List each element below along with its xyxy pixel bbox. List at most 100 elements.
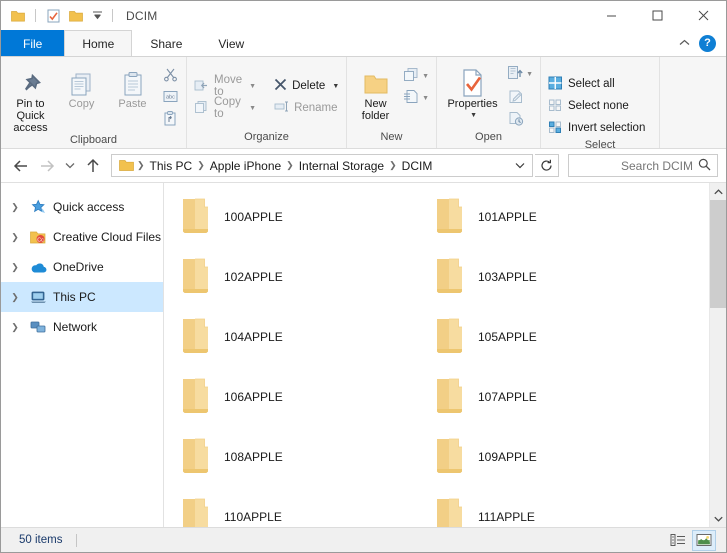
- breadcrumb-item-this-pc[interactable]: This PC: [146, 159, 197, 173]
- select-none-button[interactable]: Select none: [545, 95, 655, 117]
- delete-button[interactable]: Delete ▼: [271, 75, 342, 97]
- properties-chevron-down-icon[interactable]: ▼: [470, 110, 477, 122]
- sidebar-item-network[interactable]: ❯ Network: [1, 312, 163, 342]
- new-folder-icon[interactable]: [67, 7, 85, 25]
- back-button[interactable]: [9, 154, 33, 178]
- breadcrumb-separator[interactable]: ❯: [285, 160, 295, 171]
- minimize-button[interactable]: [588, 1, 634, 30]
- file-item[interactable]: 103APPLE: [418, 247, 672, 307]
- copy-to-chevron-down-icon[interactable]: ▼: [249, 105, 256, 112]
- svg-text:Cc: Cc: [37, 237, 44, 243]
- breadcrumb-separator[interactable]: ❯: [388, 160, 398, 171]
- qat-separator: [35, 9, 36, 22]
- paste-shortcut-button[interactable]: [158, 107, 182, 129]
- paste-button[interactable]: Paste: [107, 61, 158, 110]
- chevron-right-icon[interactable]: ❯: [7, 262, 23, 273]
- sidebar-item-quick-access[interactable]: ❯ Quick access: [1, 192, 163, 222]
- breadcrumb[interactable]: ❯ This PC ❯ Apple iPhone ❯ Internal Stor…: [111, 154, 533, 177]
- chevron-right-icon[interactable]: ❯: [7, 232, 23, 243]
- rename-button[interactable]: Rename: [271, 97, 342, 119]
- copy-to-icon: [194, 100, 209, 117]
- chevron-right-icon[interactable]: ❯: [7, 322, 23, 333]
- chevron-right-icon[interactable]: ❯: [7, 202, 23, 213]
- tab-file[interactable]: File: [1, 30, 65, 56]
- invert-selection-label: Invert selection: [568, 122, 646, 134]
- edit-button[interactable]: [504, 85, 528, 107]
- file-item-label: 104APPLE: [224, 330, 283, 344]
- breadcrumb-separator[interactable]: ❯: [196, 160, 206, 171]
- forward-button[interactable]: [35, 154, 59, 178]
- open-chevron-down-icon[interactable]: ▼: [526, 71, 533, 78]
- tab-home[interactable]: Home: [64, 30, 133, 56]
- cloud-icon: [29, 261, 47, 274]
- file-item[interactable]: 108APPLE: [164, 427, 418, 487]
- scrollbar-thumb[interactable]: [710, 200, 726, 308]
- copy-to-button[interactable]: Copy to ▼: [191, 96, 259, 120]
- breadcrumb-item-dcim[interactable]: DCIM: [398, 159, 437, 173]
- sidebar-item-onedrive[interactable]: ❯ OneDrive: [1, 252, 163, 282]
- properties-icon[interactable]: [44, 7, 62, 25]
- large-icons-view-button[interactable]: [692, 529, 716, 551]
- file-item[interactable]: 109APPLE: [418, 427, 672, 487]
- breadcrumb-item-apple-iphone[interactable]: Apple iPhone: [206, 159, 285, 173]
- file-item-label: 102APPLE: [224, 270, 283, 284]
- ribbon-group-new: New folder ▼ ▼ New: [347, 57, 437, 148]
- pin-label-line2: access: [13, 122, 48, 134]
- breadcrumb-folder-icon: [117, 159, 136, 172]
- new-item-chevron-down-icon[interactable]: ▼: [422, 73, 429, 80]
- invert-selection-button[interactable]: Invert selection: [545, 117, 655, 139]
- details-view-button[interactable]: [666, 530, 690, 551]
- file-item[interactable]: 111APPLE: [418, 487, 672, 527]
- up-button[interactable]: [81, 154, 105, 178]
- new-item-button[interactable]: ▼: [400, 65, 432, 87]
- copy-button[interactable]: Copy: [56, 61, 107, 110]
- scrollbar-track[interactable]: [710, 200, 726, 510]
- cut-button[interactable]: [158, 63, 182, 85]
- svg-text:abc: abc: [166, 94, 175, 100]
- file-item[interactable]: 102APPLE: [164, 247, 418, 307]
- properties-button[interactable]: Properties ▼: [441, 61, 504, 122]
- file-item[interactable]: 110APPLE: [164, 487, 418, 527]
- folder-icon[interactable]: [9, 7, 27, 25]
- file-item[interactable]: 100APPLE: [164, 187, 418, 247]
- breadcrumb-item-internal-storage[interactable]: Internal Storage: [295, 159, 388, 173]
- scroll-up-button[interactable]: [710, 183, 726, 200]
- vertical-scrollbar[interactable]: [709, 183, 726, 527]
- file-item[interactable]: 106APPLE: [164, 367, 418, 427]
- collapse-ribbon-icon[interactable]: [679, 34, 690, 52]
- easy-access-chevron-down-icon[interactable]: ▼: [422, 95, 429, 102]
- open-button[interactable]: ▼: [504, 63, 536, 85]
- breadcrumb-chevron-down-icon[interactable]: [510, 162, 530, 169]
- tab-view[interactable]: View: [200, 30, 262, 56]
- file-item[interactable]: 107APPLE: [418, 367, 672, 427]
- sidebar-item-creative-cloud-files[interactable]: ❯ Cc Creative Cloud Files: [1, 222, 163, 252]
- tab-share[interactable]: Share: [132, 30, 200, 56]
- file-item[interactable]: 104APPLE: [164, 307, 418, 367]
- file-item[interactable]: 105APPLE: [418, 307, 672, 367]
- new-folder-label-line2: folder: [361, 110, 390, 122]
- close-button[interactable]: [680, 1, 726, 30]
- file-item[interactable]: 101APPLE: [418, 187, 672, 247]
- help-icon[interactable]: ?: [699, 34, 716, 52]
- sidebar-item-this-pc[interactable]: ❯ This PC: [1, 282, 163, 312]
- new-folder-button[interactable]: New folder: [351, 61, 400, 122]
- move-to-button[interactable]: Move to ▼: [191, 74, 259, 98]
- maximize-button[interactable]: [634, 1, 680, 30]
- select-all-button[interactable]: Select all: [545, 73, 655, 95]
- chevron-right-icon[interactable]: ❯: [7, 292, 23, 303]
- file-list-pane[interactable]: 100APPLE 101APPLE 102APPLE 103APPLE 104APPLE…: [164, 183, 726, 527]
- history-button[interactable]: [504, 107, 528, 129]
- pin-to-quick-access-button[interactable]: Pin to Quick access: [5, 61, 56, 134]
- copy-path-button[interactable]: abc: [158, 85, 182, 107]
- delete-chevron-down-icon[interactable]: ▼: [332, 83, 339, 90]
- easy-access-button[interactable]: ▼: [400, 87, 432, 109]
- search-icon[interactable]: [698, 158, 711, 174]
- search-input[interactable]: Search DCIM: [568, 154, 718, 177]
- move-to-chevron-down-icon[interactable]: ▼: [249, 83, 256, 90]
- move-to-label: Move to: [214, 74, 243, 98]
- recent-locations-button[interactable]: [61, 154, 79, 178]
- delete-icon: [274, 78, 287, 94]
- customize-qat-icon[interactable]: [90, 7, 104, 25]
- scroll-down-button[interactable]: [710, 510, 726, 527]
- refresh-button[interactable]: [535, 154, 559, 177]
